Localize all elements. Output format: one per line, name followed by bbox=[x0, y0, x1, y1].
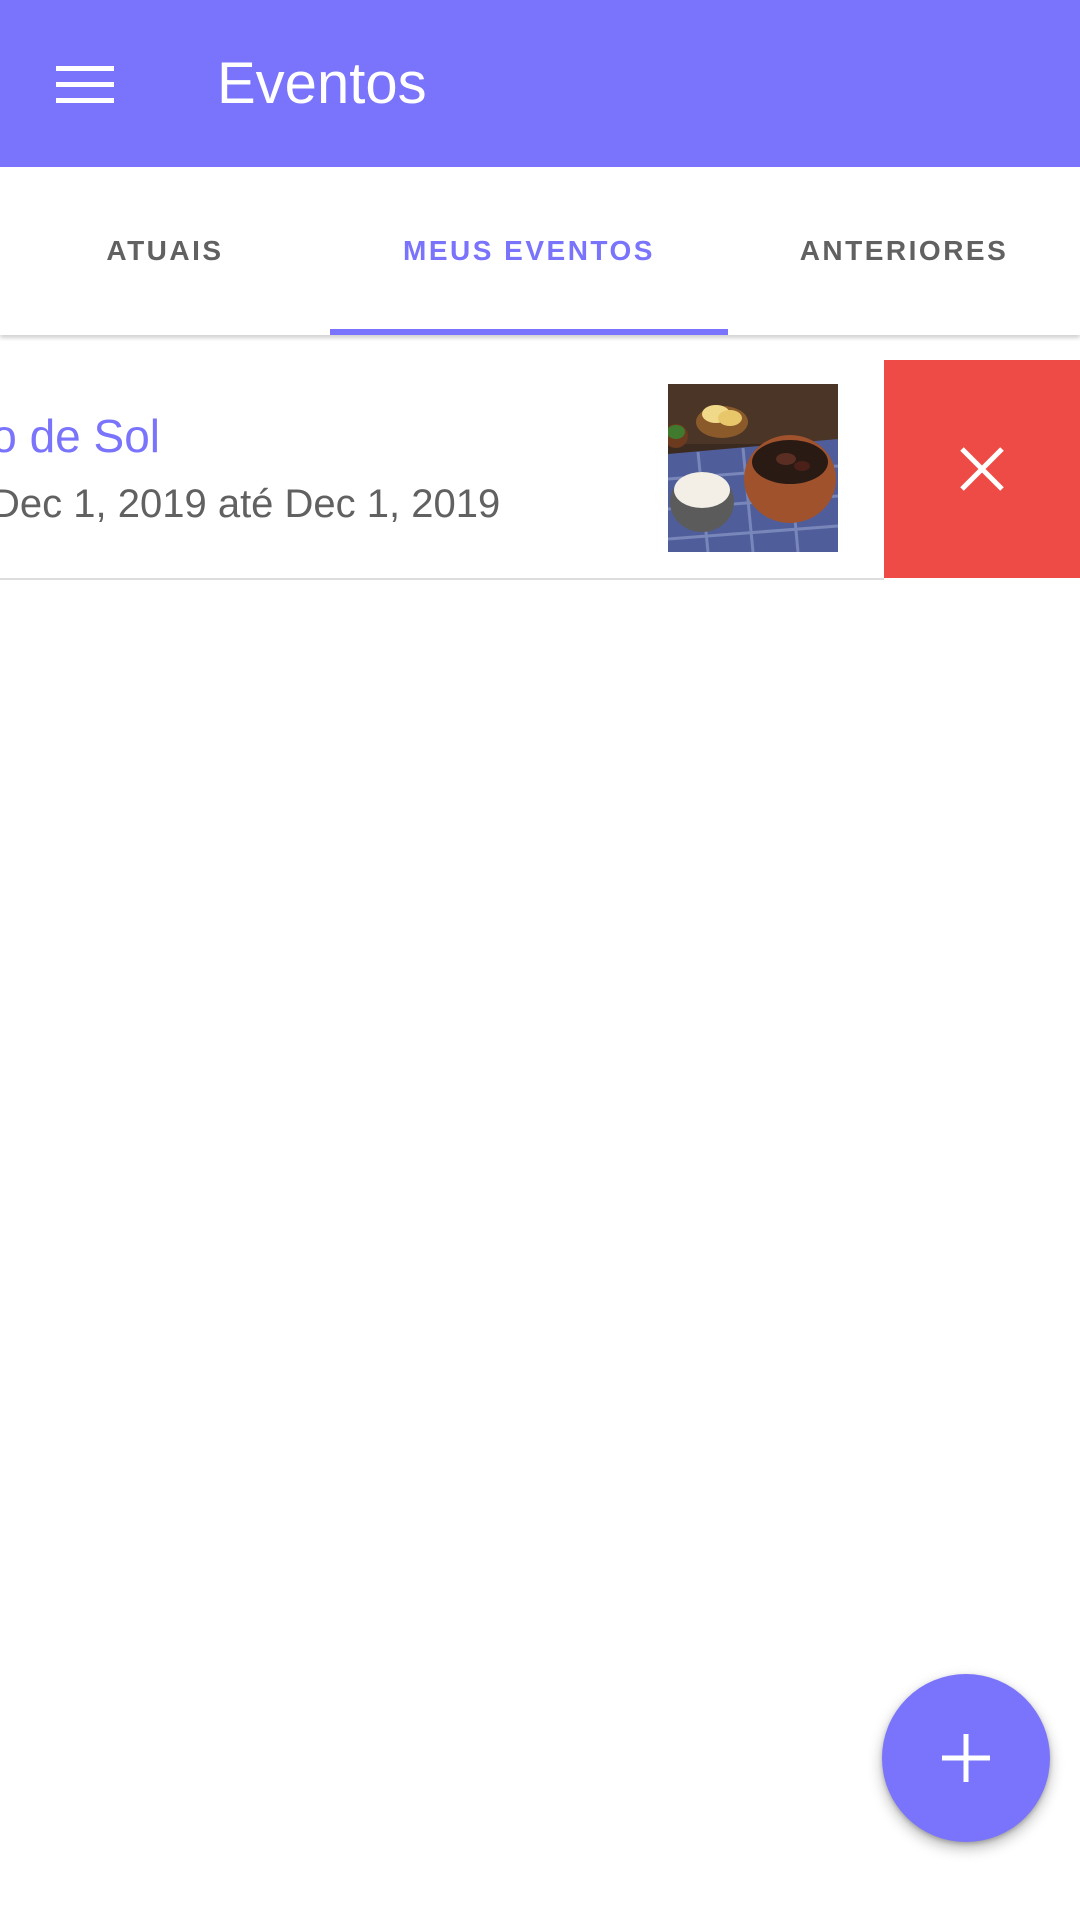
plus-icon bbox=[942, 1734, 990, 1782]
tab-bar: ATUAIS MEUS EVENTOS ANTERIORES bbox=[0, 167, 1080, 335]
tab-meus-eventos[interactable]: MEUS EVENTOS bbox=[330, 167, 728, 335]
tab-atuais[interactable]: ATUAIS bbox=[0, 167, 330, 335]
app-screen: Eventos ATUAIS MEUS EVENTOS ANTERIORES o… bbox=[0, 0, 1080, 1920]
event-dates-clip: Dec 1, 2019 até Dec 1, 2019 bbox=[0, 478, 620, 534]
menu-button[interactable] bbox=[44, 40, 126, 130]
delete-event-button[interactable] bbox=[884, 360, 1080, 578]
tab-indicator bbox=[330, 329, 728, 335]
add-event-fab[interactable] bbox=[882, 1674, 1050, 1842]
event-list-item[interactable]: o de Sol Dec 1, 2019 até Dec 1, 2019 bbox=[0, 360, 884, 580]
close-icon bbox=[960, 447, 1004, 491]
app-bar: Eventos bbox=[0, 0, 1080, 167]
page-title: Eventos bbox=[217, 51, 427, 116]
event-title-clip: o de Sol bbox=[0, 408, 400, 468]
food-photo-feijoada bbox=[668, 384, 838, 552]
hamburger-menu-icon bbox=[56, 66, 114, 103]
event-dates: Dec 1, 2019 até Dec 1, 2019 bbox=[0, 482, 501, 526]
event-title: o de Sol bbox=[0, 410, 160, 462]
event-thumbnail bbox=[668, 384, 838, 552]
tab-anteriores[interactable]: ANTERIORES bbox=[728, 167, 1080, 335]
